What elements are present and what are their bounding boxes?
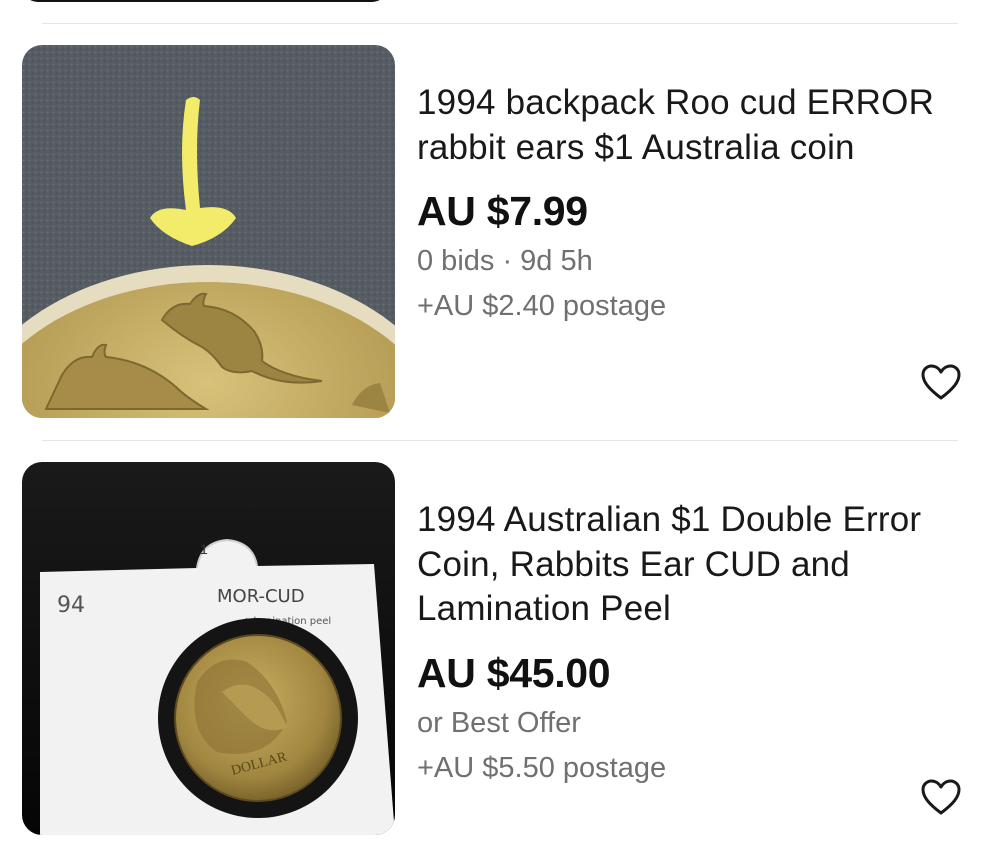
heart-outline-icon[interactable] <box>920 778 962 816</box>
listing-best-offer: or Best Offer <box>417 706 581 739</box>
svg-text:94: 94 <box>57 593 85 618</box>
coin-closeup-with-arrow-image <box>22 45 395 418</box>
listing-title[interactable]: 1994 Australian $1 Double Error Coin, Ra… <box>417 498 977 632</box>
divider <box>42 440 958 441</box>
heart-outline-icon[interactable] <box>920 363 962 401</box>
listing-postage: +AU $2.40 postage <box>417 290 667 322</box>
listing-image[interactable] <box>22 45 395 418</box>
listing-info: 1994 Australian $1 Double Error Coin, Ra… <box>417 498 977 791</box>
listing-price: AU $7.99 <box>417 188 588 234</box>
listing-price: AU $45.00 <box>417 649 611 696</box>
divider <box>42 23 958 24</box>
listing-card[interactable]: 1994 backpack Roo cud ERROR rabbit ears … <box>0 45 1000 421</box>
svg-text:1: 1 <box>200 541 208 557</box>
search-results-page: 1994 backpack Roo cud ERROR rabbit ears … <box>0 0 1000 852</box>
listing-bids-time: 0 bids · 9d 5h <box>417 245 593 277</box>
listing-card[interactable]: 1 94 MOR-CUD + lamination peel DOLLAR 19… <box>0 462 1000 838</box>
listing-info: 1994 backpack Roo cud ERROR rabbit ears … <box>417 81 977 329</box>
listing-postage: +AU $5.50 postage <box>417 751 667 784</box>
svg-text:MOR-CUD: MOR-CUD <box>217 586 305 607</box>
listing-title[interactable]: 1994 backpack Roo cud ERROR rabbit ears … <box>417 81 977 170</box>
previous-listing-image[interactable] <box>22 0 388 2</box>
listing-image[interactable]: 1 94 MOR-CUD + lamination peel DOLLAR <box>22 462 395 835</box>
coin-in-holder-image: 1 94 MOR-CUD + lamination peel DOLLAR <box>22 462 395 835</box>
